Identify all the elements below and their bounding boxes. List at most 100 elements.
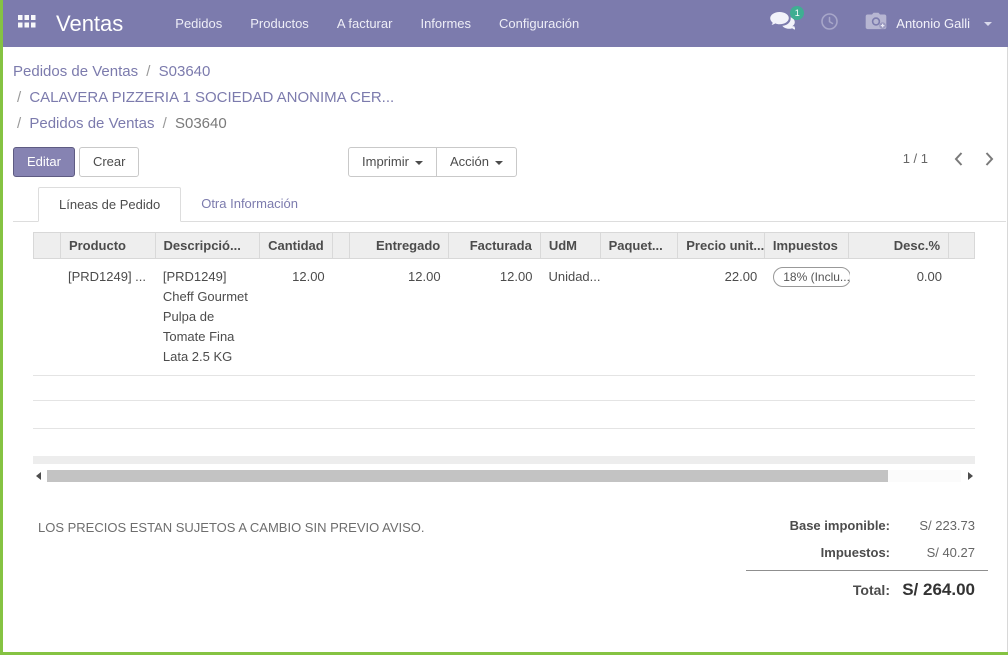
header-handle xyxy=(34,233,61,258)
base-imponible-label: Base imponible: xyxy=(790,512,890,539)
pager-count: 1 / 1 xyxy=(903,151,928,166)
order-lines-table: Producto Descripció... Cantidad Entregad… xyxy=(33,232,975,464)
breadcrumb-separator: / xyxy=(159,115,171,132)
impuestos-row: Impuestos: S/ 40.27 xyxy=(746,539,988,566)
cell-trailing xyxy=(950,259,975,375)
header-descuento[interactable]: Desc.% xyxy=(849,233,949,258)
app-title[interactable]: Ventas xyxy=(56,11,123,37)
avatar-camera-icon xyxy=(864,12,888,36)
breadcrumb-line-1: Pedidos de Ventas / S03640 xyxy=(13,59,1008,85)
cell-paquete[interactable] xyxy=(600,259,678,375)
triangle-left-icon xyxy=(36,472,41,480)
table-footer-strip xyxy=(33,456,975,464)
breadcrumb-pedidos-de-ventas-1[interactable]: Pedidos de Ventas xyxy=(13,63,138,80)
tab-otra-informacion[interactable]: Otra Información xyxy=(181,187,318,221)
menu-a-facturar[interactable]: A facturar xyxy=(323,0,407,47)
total-value: S/ 264.00 xyxy=(890,576,988,603)
header-paquete[interactable]: Paquet... xyxy=(601,233,679,258)
main-menu: Pedidos Productos A facturar Informes Co… xyxy=(161,0,593,47)
price-notice-text: LOS PRECIOS ESTAN SUJETOS A CAMBIO SIN P… xyxy=(38,520,425,604)
tab-lineas-de-pedido[interactable]: Líneas de Pedido xyxy=(38,187,181,222)
table-row[interactable]: [PRD1249] ... [PRD1249] Cheff Gourmet Pu… xyxy=(33,259,975,376)
scroll-right-button[interactable] xyxy=(965,472,975,480)
navbar-right: 1 Antonio Galli xyxy=(770,12,992,36)
chevron-left-icon xyxy=(954,152,963,166)
totals-block: Base imponible: S/ 223.73 Impuestos: S/ … xyxy=(746,512,988,604)
activity-clock-button[interactable] xyxy=(821,13,838,35)
apps-menu-button[interactable] xyxy=(12,0,42,47)
horizontal-scrollbar[interactable] xyxy=(33,469,975,482)
header-udm[interactable]: UdM xyxy=(541,233,601,258)
chevron-down-icon xyxy=(984,22,992,26)
row-handle-cell xyxy=(33,259,60,375)
breadcrumb-separator: / xyxy=(142,63,154,80)
impuestos-label: Impuestos: xyxy=(821,539,890,566)
control-panel: Editar Crear Imprimir Acción 1 / 1 xyxy=(3,137,1008,187)
empty-table-row xyxy=(33,429,975,456)
scrollbar-track[interactable] xyxy=(47,470,961,482)
notebook-tabs: Líneas de Pedido Otra Información xyxy=(13,187,1006,222)
cell-precio-unitario[interactable]: 22.00 xyxy=(678,259,765,375)
cell-impuestos[interactable]: 18% (Inclu... xyxy=(765,259,850,375)
totals-divider xyxy=(746,570,988,571)
breadcrumb-s03640-1[interactable]: S03640 xyxy=(159,63,211,80)
messages-count-badge: 1 xyxy=(790,6,804,20)
pager-previous-button[interactable] xyxy=(954,152,963,166)
print-dropdown-button[interactable]: Imprimir xyxy=(348,147,437,177)
cell-entregado[interactable]: 12.00 xyxy=(349,259,449,375)
cell-producto[interactable]: [PRD1249] ... xyxy=(60,259,155,375)
header-descripcion[interactable]: Descripció... xyxy=(156,233,261,258)
breadcrumb-current-s03640: S03640 xyxy=(175,115,227,132)
cell-descripcion[interactable]: [PRD1249] Cheff Gourmet Pulpa de Tomate … xyxy=(155,259,260,375)
cell-udm[interactable]: Unidad... xyxy=(540,259,600,375)
chevron-right-icon xyxy=(985,152,994,166)
app-window: Ventas Pedidos Productos A facturar Info… xyxy=(0,0,1008,655)
triangle-right-icon xyxy=(968,472,973,480)
top-navbar: Ventas Pedidos Productos A facturar Info… xyxy=(3,0,1008,47)
chat-bubbles-icon xyxy=(770,17,795,34)
menu-pedidos[interactable]: Pedidos xyxy=(161,0,236,47)
cell-facturada[interactable]: 12.00 xyxy=(449,259,541,375)
menu-productos[interactable]: Productos xyxy=(236,0,323,47)
base-imponible-row: Base imponible: S/ 223.73 xyxy=(746,512,988,539)
action-buttons: Imprimir Acción xyxy=(348,147,517,177)
empty-table-row xyxy=(33,376,975,401)
total-label: Total: xyxy=(853,577,890,604)
header-entregado[interactable]: Entregado xyxy=(350,233,450,258)
pager-next-button[interactable] xyxy=(985,152,994,166)
header-spacer xyxy=(333,233,350,258)
header-cantidad[interactable]: Cantidad xyxy=(260,233,333,258)
scroll-left-button[interactable] xyxy=(33,472,43,480)
table-header-row: Producto Descripció... Cantidad Entregad… xyxy=(33,232,975,259)
breadcrumb-customer[interactable]: CALAVERA PIZZERIA 1 SOCIEDAD ANONIMA CER… xyxy=(29,89,394,106)
header-producto[interactable]: Producto xyxy=(61,233,156,258)
cell-descuento[interactable]: 0.00 xyxy=(850,259,950,375)
pager: 1 / 1 xyxy=(903,151,994,166)
total-row: Total: S/ 264.00 xyxy=(746,576,988,604)
sheet-footer: LOS PRECIOS ESTAN SUJETOS A CAMBIO SIN P… xyxy=(3,482,1008,604)
apps-grid-icon xyxy=(18,15,36,33)
breadcrumb-pedidos-de-ventas-2[interactable]: Pedidos de Ventas xyxy=(29,115,154,132)
header-impuestos[interactable]: Impuestos xyxy=(765,233,850,258)
cell-spacer xyxy=(333,259,349,375)
caret-down-icon xyxy=(495,161,503,165)
breadcrumb: Pedidos de Ventas / S03640 / CALAVERA PI… xyxy=(3,47,1008,137)
header-facturada[interactable]: Facturada xyxy=(449,233,541,258)
breadcrumb-line-2: / CALAVERA PIZZERIA 1 SOCIEDAD ANONIMA C… xyxy=(13,85,1008,111)
edit-button[interactable]: Editar xyxy=(13,147,75,177)
tax-badge[interactable]: 18% (Inclu... xyxy=(773,267,850,287)
cell-cantidad[interactable]: 12.00 xyxy=(260,259,333,375)
create-button[interactable]: Crear xyxy=(79,147,140,177)
messages-button[interactable]: 1 xyxy=(770,12,795,35)
user-menu[interactable]: Antonio Galli xyxy=(864,12,992,36)
menu-configuracion[interactable]: Configuración xyxy=(485,0,593,47)
action-dropdown-button[interactable]: Acción xyxy=(436,147,517,177)
empty-table-row xyxy=(33,401,975,429)
menu-informes[interactable]: Informes xyxy=(406,0,485,47)
caret-down-icon xyxy=(415,161,423,165)
header-precio-unitario[interactable]: Precio unit... xyxy=(678,233,765,258)
header-trailing xyxy=(949,233,974,258)
breadcrumb-separator: / xyxy=(13,115,25,132)
breadcrumb-line-3: / Pedidos de Ventas / S03640 xyxy=(13,111,1008,137)
scrollbar-thumb[interactable] xyxy=(47,470,888,482)
